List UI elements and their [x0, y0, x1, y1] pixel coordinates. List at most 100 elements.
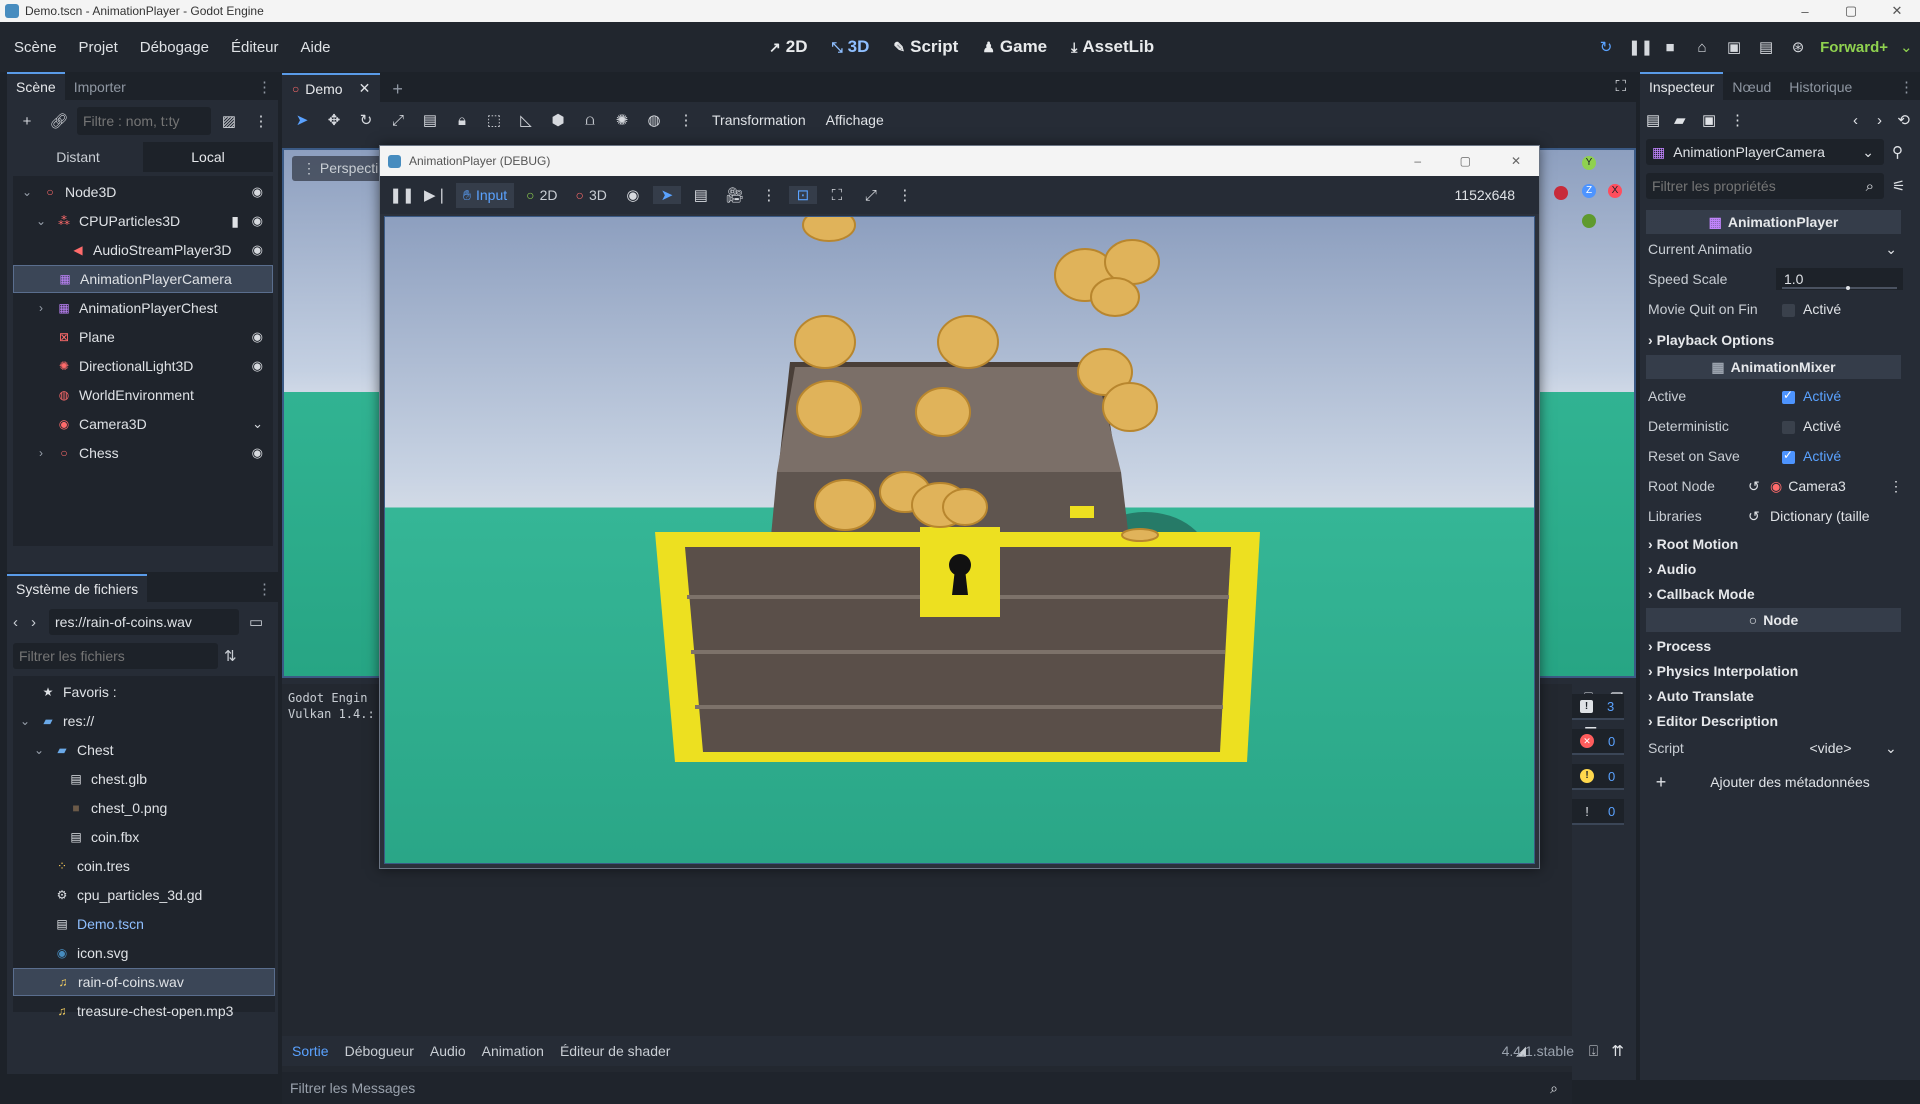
section-editor-description[interactable]: › Editor Description	[1648, 709, 1903, 733]
debug-minimize-button[interactable]: –	[1414, 154, 1421, 168]
menu-scene[interactable]: Scène	[3, 39, 68, 56]
keep-aspect-icon[interactable]: ⊡	[788, 186, 817, 204]
minimize-button[interactable]: –	[1782, 0, 1828, 22]
filter-messages-input[interactable]: Filtrer les Messages ⌕	[282, 1072, 1572, 1104]
pause-icon[interactable]: ❚❚	[1628, 38, 1653, 56]
file-item[interactable]: ▤ Demo.tscn	[13, 910, 275, 938]
ruler-icon[interactable]: ◺	[512, 111, 540, 129]
movie-maker-icon[interactable]: ⊛	[1788, 38, 1808, 56]
menu-editor[interactable]: Éditeur	[220, 39, 290, 56]
play-scene-icon[interactable]: ▣	[1724, 38, 1744, 56]
add-tab-button[interactable]: +	[380, 77, 415, 102]
reload-icon[interactable]: ↻	[1596, 38, 1616, 56]
add-metadata-button[interactable]: + Ajouter des métadonnées	[1646, 768, 1904, 796]
scene-tree-menu-icon[interactable]: ⋮	[247, 112, 275, 130]
neg-y-axis-icon[interactable]	[1582, 214, 1596, 228]
camera-preview-icon[interactable]: ⌄	[252, 416, 263, 432]
sun-preview-icon[interactable]: ✺	[608, 111, 636, 129]
counter-warnings[interactable]: ! 0	[1572, 764, 1624, 790]
new-resource-icon[interactable]: ▤	[1646, 111, 1668, 129]
tab-audio[interactable]: Audio	[422, 1043, 474, 1059]
section-root-motion[interactable]: › Root Motion	[1648, 532, 1903, 556]
back-icon[interactable]: ‹	[13, 614, 27, 631]
tab-scene[interactable]: Scène	[7, 72, 65, 100]
expand-arrow-icon[interactable]: ⌄	[33, 214, 49, 228]
object-settings-icon[interactable]: ⚲	[1892, 143, 1903, 161]
tab-output[interactable]: Sortie	[284, 1043, 337, 1059]
expand-arrow-icon[interactable]: ›	[33, 301, 49, 315]
file-item[interactable]: ♫ rain-of-coins.wav	[13, 968, 275, 996]
view-gizmo[interactable]: Y Z X	[1552, 156, 1626, 230]
visibility-eye-icon[interactable]: ◉	[252, 242, 263, 258]
debug-close-button[interactable]: ✕	[1511, 154, 1521, 168]
file-item[interactable]: ▤ chest.glb	[13, 765, 275, 793]
tab-import[interactable]: Importer	[65, 74, 135, 100]
fullscreen-icon[interactable]: ⤢	[857, 187, 885, 204]
libraries-dictionary[interactable]: Dictionary (taille	[1770, 508, 1903, 524]
scene-node-audiostreamplayer3d[interactable]: ◀ AudioStreamPlayer3D ◉	[13, 236, 273, 264]
local-space-icon[interactable]: ⬢	[544, 111, 572, 129]
file-item[interactable]: ♫ treasure-chest-open.mp3	[13, 997, 275, 1025]
pause-icon[interactable]: ❚❚	[388, 186, 416, 204]
scene-node-animationplayerchest[interactable]: › ▦ AnimationPlayerChest	[13, 294, 273, 322]
3d-mode-button[interactable]: ○ 3D	[570, 183, 613, 207]
slider-grabber[interactable]	[1846, 286, 1850, 290]
dock-menu-icon[interactable]: ⋮	[257, 580, 272, 598]
movie-quit-checkbox[interactable]: Activé	[1776, 301, 1903, 317]
scene-node-camera3d[interactable]: ◉ Camera3D ⌄	[13, 410, 273, 438]
expand-arrow-icon[interactable]: ⌄	[19, 185, 35, 199]
visibility-eye-icon[interactable]: ◉	[252, 213, 263, 229]
tab-history[interactable]: Historique	[1780, 74, 1861, 100]
attach-script-icon[interactable]: ▨	[215, 112, 243, 130]
counter-editor[interactable]: ǃ0	[1572, 799, 1624, 825]
counter-errors[interactable]: ✕ 0	[1572, 729, 1624, 755]
game-viewport[interactable]	[384, 216, 1535, 864]
file-item[interactable]: ▤ coin.fbx	[13, 823, 275, 851]
tab-remote[interactable]: Distant	[13, 142, 143, 172]
toolbar-more-icon[interactable]: ⋮	[672, 111, 700, 129]
chevron-down-icon[interactable]: ⌄	[1885, 740, 1903, 757]
tab-animation[interactable]: Animation	[474, 1043, 552, 1059]
menu-debug[interactable]: Débogage	[129, 39, 220, 56]
lock-icon[interactable]: 🔒︎	[448, 112, 476, 129]
scale-tool-icon[interactable]: ⤢	[384, 112, 412, 129]
rotate-tool-icon[interactable]: ↻	[352, 111, 380, 129]
visibility-eye-icon[interactable]: ◉	[252, 445, 263, 461]
visibility-eye-icon[interactable]: ◉	[252, 358, 263, 374]
property-filter-input[interactable]	[1646, 173, 1884, 199]
tab-inspector[interactable]: Inspecteur	[1640, 72, 1724, 100]
dock-menu-icon[interactable]: ⋮	[1899, 78, 1914, 96]
list-select-icon[interactable]: ▤	[687, 186, 715, 204]
debug-maximize-button[interactable]: ▢	[1460, 154, 1471, 168]
toolbar-more-icon[interactable]: ⋮	[755, 186, 783, 204]
reset-on-save-checkbox[interactable]: Activé	[1776, 448, 1903, 464]
file-item[interactable]: ◉ icon.svg	[13, 939, 275, 967]
pin-panel-icon[interactable]: ⍗	[1589, 1043, 1598, 1060]
section-playback-options[interactable]: › Playback Options	[1648, 328, 1903, 352]
section-process[interactable]: › Process	[1648, 634, 1903, 658]
distraction-free-icon[interactable]: ⛶	[1615, 78, 1626, 95]
revert-icon[interactable]: ↺	[1748, 508, 1770, 525]
script-icon[interactable]: ▮	[231, 213, 239, 230]
expand-arrow-icon[interactable]: ⌄	[31, 743, 47, 757]
inspected-object-dropdown[interactable]: ▦ AnimationPlayerCamera ⌄	[1646, 139, 1884, 165]
open-resource-icon[interactable]: ▰	[1674, 111, 1696, 129]
node-path-menu-icon[interactable]: ⋮	[1889, 478, 1903, 495]
split-view-icon[interactable]: ▭	[249, 613, 263, 631]
environment-preview-icon[interactable]: ◍	[640, 111, 668, 129]
add-node-icon[interactable]: +	[13, 113, 41, 130]
scene-node-plane[interactable]: ⊠ Plane ◉	[13, 323, 273, 351]
script-resource-picker[interactable]: <vide>	[1776, 740, 1885, 756]
menu-help[interactable]: Aide	[290, 39, 342, 56]
file-item[interactable]: ■ chest_0.png	[13, 794, 275, 822]
expand-arrow-icon[interactable]: ⌄	[17, 714, 33, 728]
version-label[interactable]: 4.4.1.stable	[1502, 1043, 1574, 1059]
select-tool-icon[interactable]: ➤	[288, 111, 316, 129]
select-tool-icon[interactable]: ➤	[652, 186, 681, 204]
expand-arrow-icon[interactable]: ›	[33, 446, 49, 460]
list-select-icon[interactable]: ▤	[416, 111, 444, 129]
neg-x-axis-icon[interactable]	[1554, 186, 1568, 200]
renderer-dropdown[interactable]: Forward+	[1820, 39, 1888, 56]
counter-messages[interactable]: ! 3	[1572, 694, 1624, 720]
remote-debug-icon[interactable]: ⌂	[1692, 39, 1712, 56]
